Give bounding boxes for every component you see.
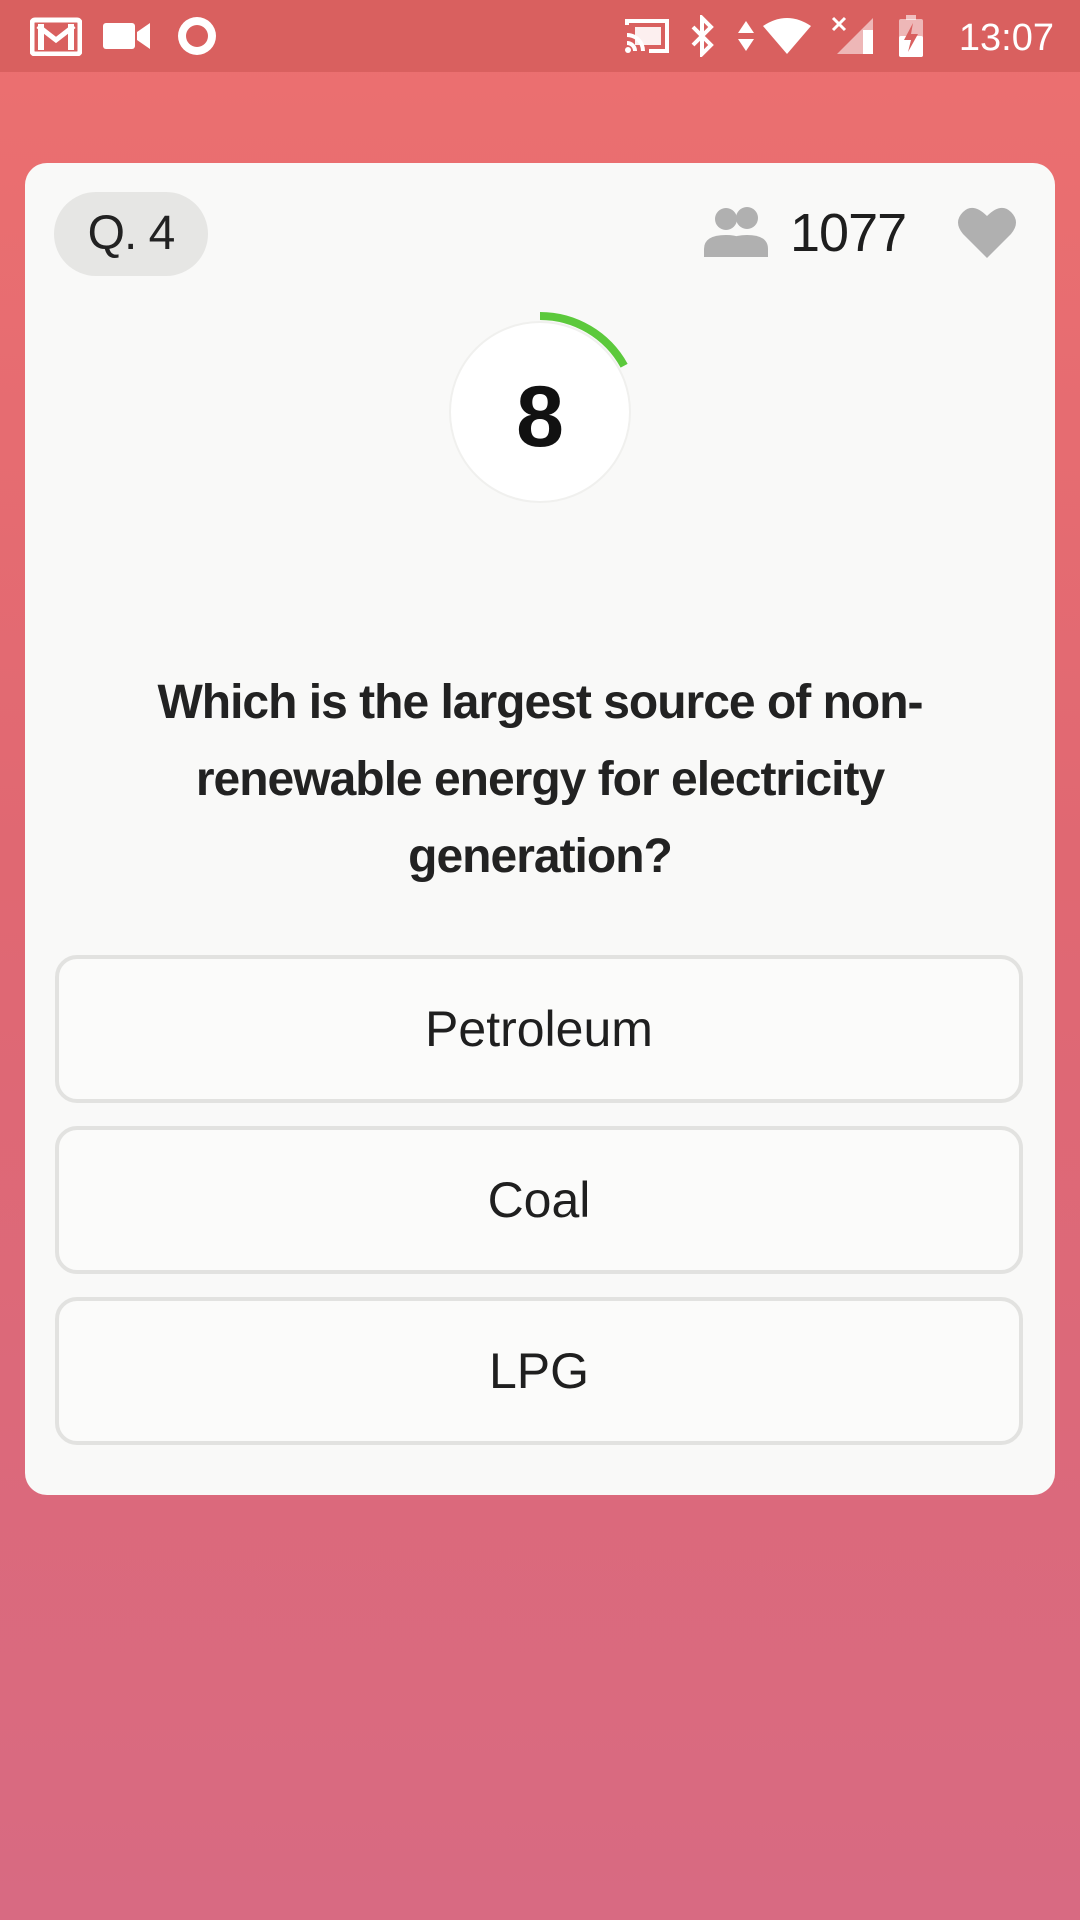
status-bar: 13:07 xyxy=(0,0,1080,72)
timer-value: 8 xyxy=(516,369,564,465)
player-count: 1077 xyxy=(790,203,907,263)
status-time: 13:07 xyxy=(958,17,1054,59)
wifi-icon xyxy=(760,0,814,72)
answer-option-petroleum[interactable]: Petroleum xyxy=(55,955,1023,1103)
gmail-icon xyxy=(28,0,84,72)
bluetooth-icon xyxy=(688,0,718,72)
record-icon xyxy=(174,0,220,72)
answer-option-lpg[interactable]: LPG xyxy=(55,1297,1023,1445)
data-arrows-icon xyxy=(736,0,756,72)
cast-icon xyxy=(622,0,672,72)
answer-option-label: LPG xyxy=(488,1343,590,1399)
battery-charging-icon xyxy=(896,0,926,72)
answer-option-label: Coal xyxy=(487,1172,591,1228)
question-text: Which is the largest source of non-renew… xyxy=(157,676,923,883)
heart-icon[interactable] xyxy=(957,204,1017,260)
answer-option-coal[interactable]: Coal xyxy=(55,1126,1023,1274)
answer-option-label: Petroleum xyxy=(425,1001,653,1057)
players-icon xyxy=(700,205,774,257)
signal-no-service-icon xyxy=(830,0,876,72)
question-number-badge: Q. 4 xyxy=(54,192,208,276)
video-camera-icon xyxy=(100,0,154,72)
